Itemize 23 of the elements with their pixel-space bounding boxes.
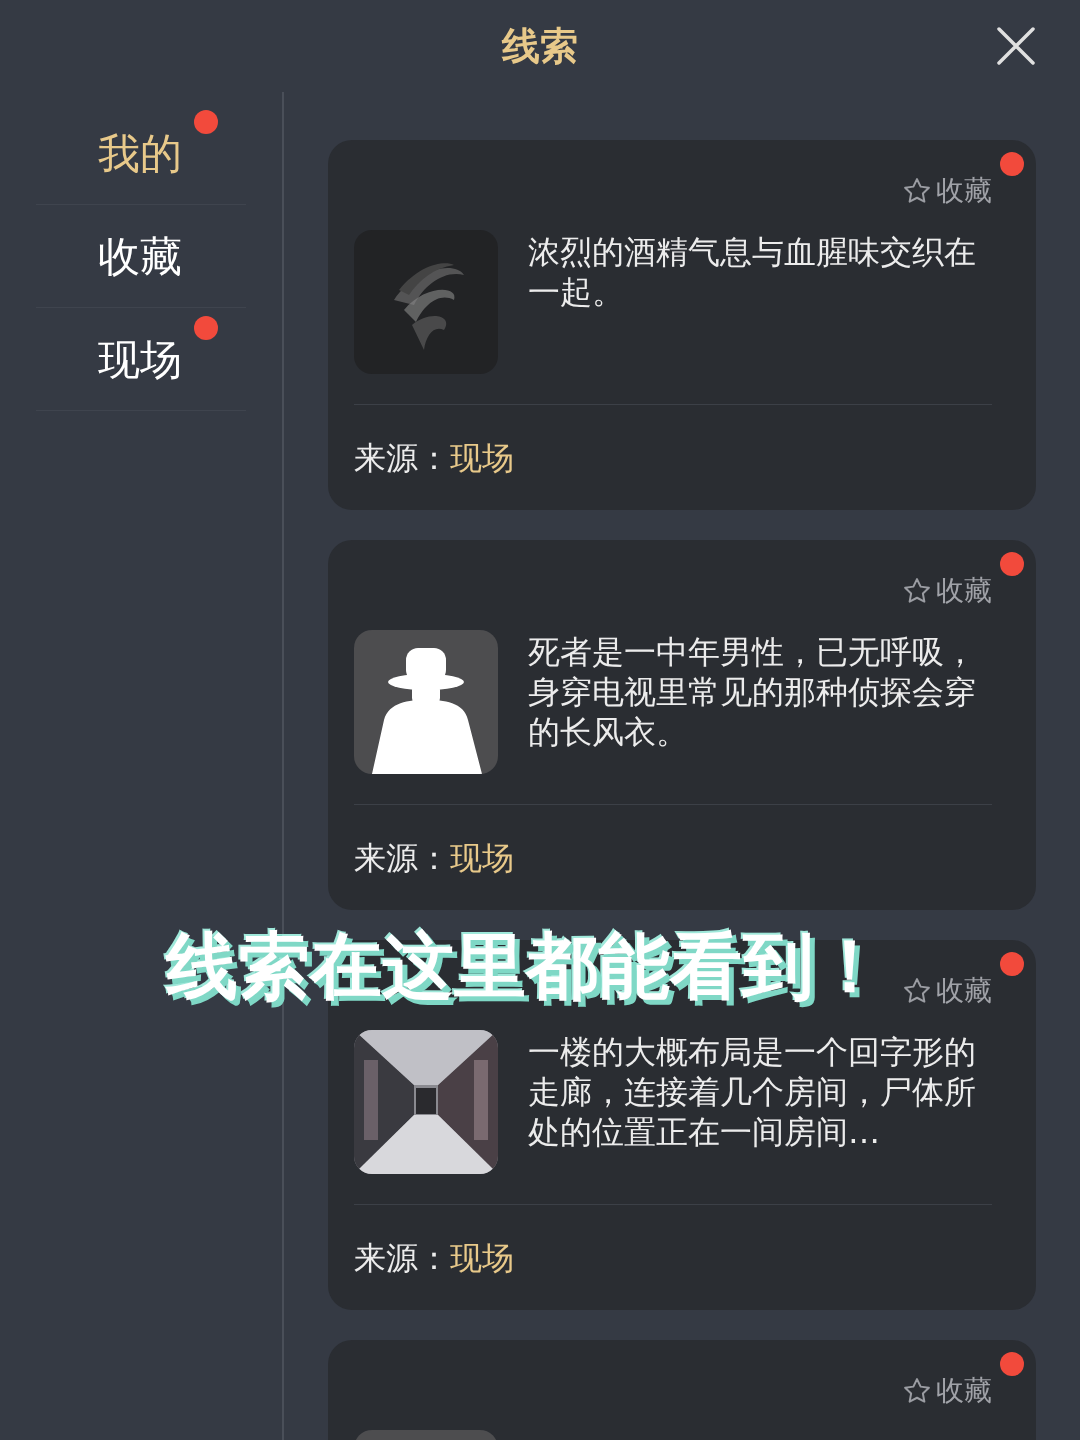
sidebar-tab[interactable]: 现场 [98,334,182,384]
source-value: 现场 [450,1237,514,1279]
bookmark-button[interactable]: 收藏 [902,1370,992,1412]
star-icon [902,976,932,1006]
bookmark-button[interactable]: 收藏 [902,570,992,612]
star-icon [902,1376,932,1406]
clue-text: 死者是一中年男性，已无呼吸，身穿电视里常见的那种侦探会穿的长风衣。 [528,632,977,753]
star-icon [902,576,932,606]
star-icon [902,176,932,206]
clue-text: 一楼的大概布局是一个回字形的走廊，连接着几个房间，尸体所处的位置正在一间房间… [528,1032,977,1153]
source-label: 来源： [354,837,450,879]
source-value: 现场 [450,837,514,879]
source-label: 来源： [354,1237,450,1279]
sidebar-tab[interactable]: 收藏 [98,231,182,281]
source-label: 来源： [354,437,450,479]
source-value: 现场 [450,437,514,479]
overlay-caption: 线索在这里都能看到！ [166,923,886,1010]
page-title: 线索 [502,22,578,70]
close-icon[interactable] [996,26,1036,66]
clue-text: 浓烈的酒精气息与血腥味交织在一起。 [528,232,977,313]
bookmark-button[interactable]: 收藏 [902,970,992,1012]
bookmark-button[interactable]: 收藏 [902,170,992,212]
sidebar-tab[interactable]: 我的 [98,128,182,178]
